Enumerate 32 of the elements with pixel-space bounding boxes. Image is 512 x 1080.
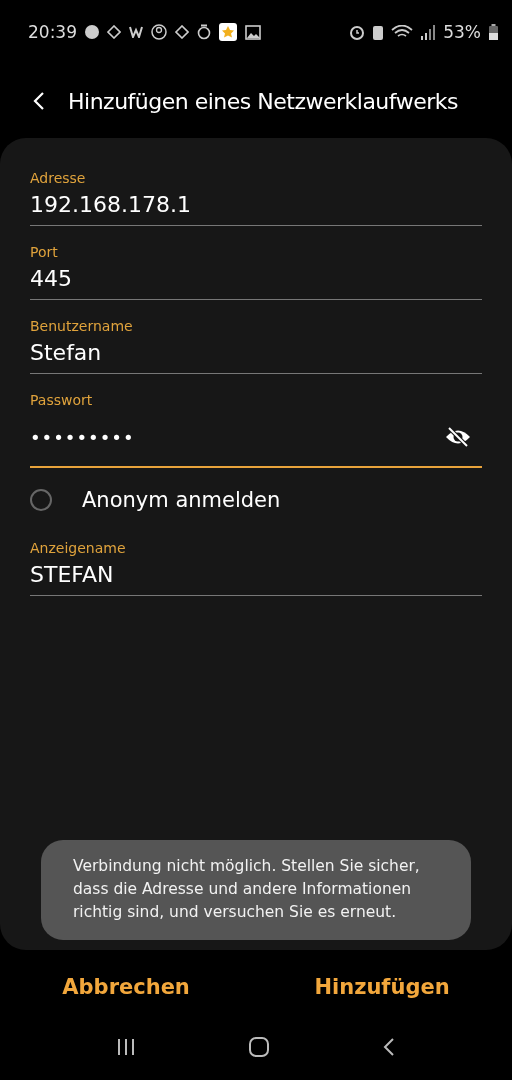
radio-button[interactable] (30, 489, 52, 511)
wifi-icon (391, 25, 414, 39)
alarm-icon (349, 24, 366, 40)
diamond-icon (107, 25, 121, 39)
error-toast: Verbindung nicht möglich. Stellen Sie sicher, dass die Adresse und andere Informationen richtig sind, und versuchen Sie es erneut. (41, 840, 471, 940)
battery-icon (489, 24, 498, 40)
battery-level: 53% (443, 22, 481, 42)
field-label: Port (30, 244, 59, 260)
home-icon[interactable] (248, 1036, 270, 1058)
eye-slash-icon[interactable] (444, 426, 472, 448)
back-icon[interactable] (32, 91, 46, 111)
field-label: Passwort (30, 392, 94, 408)
action-button[interactable]: Abbrechen (54, 971, 198, 1003)
field-label: Anzeigename (30, 540, 127, 556)
page-title: Hinzufügen eines Netzwerklaufwerks (68, 88, 458, 114)
input-field[interactable]: 445 (30, 264, 482, 300)
action-button[interactable]: Hinzufügen (306, 971, 458, 1003)
status-time: 20:39 (28, 22, 77, 42)
input-field[interactable]: STEFAN (30, 560, 482, 596)
input-field[interactable]: Stefan (30, 338, 482, 374)
field-label: Benutzername (30, 318, 134, 334)
recent-apps-icon[interactable] (116, 1037, 136, 1057)
image-icon (245, 24, 261, 40)
radio-label: Anonym anmelden (82, 488, 281, 512)
signal-icon (421, 24, 436, 40)
back-icon[interactable] (382, 1037, 396, 1057)
diamond-icon (175, 25, 189, 39)
w-logo-icon (129, 26, 143, 38)
input-field[interactable]: 192.168.178.1 (30, 190, 482, 226)
field-label: Adresse (30, 170, 87, 186)
input-field[interactable]: ••••••••• (30, 412, 482, 468)
star-app-icon (219, 23, 237, 41)
